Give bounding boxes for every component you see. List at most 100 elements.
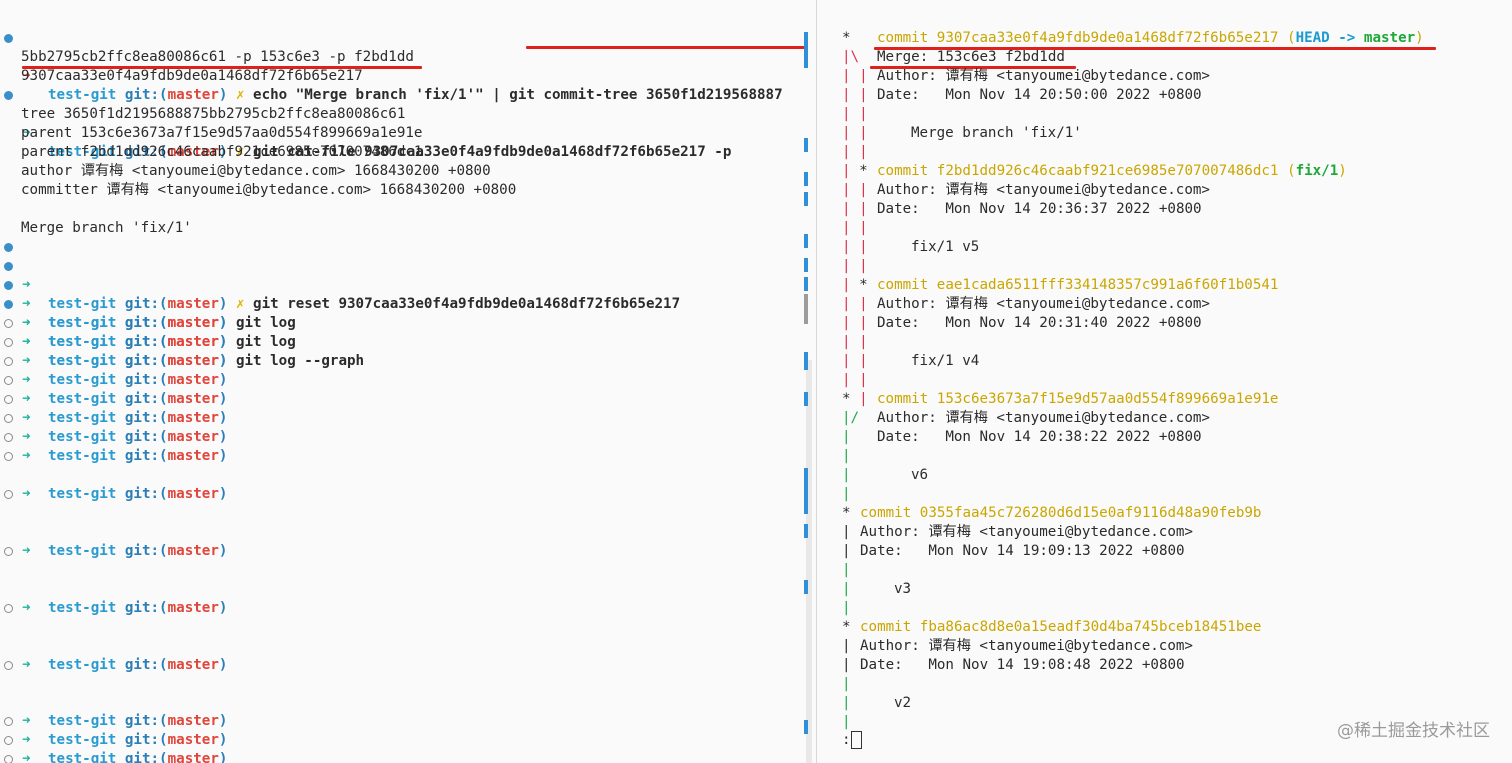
prompt-dir: test-git [48, 600, 117, 616]
prompt-git: git:( [124, 486, 168, 502]
branch-ref: fix/1 [1295, 163, 1339, 179]
prompt-git: git:( [124, 713, 168, 729]
prompt-line-text: test-git git:(master) [48, 712, 227, 731]
pager-colon: : [842, 732, 851, 748]
prompt-branch: master [167, 410, 219, 426]
prompt-branch: master [167, 713, 219, 729]
scrollbar-marker [804, 277, 808, 291]
graph-edge: | [842, 562, 851, 578]
prompt-status-dot [4, 604, 13, 613]
scrollbar-marker [804, 524, 808, 538]
graph-edge: | [842, 448, 851, 464]
command-wrap-text: 5bb2795cb2ffc8ea80086c61 -p 153c6e3 -p f… [21, 49, 414, 65]
prompt-line-text: test-git git:(master) [48, 409, 227, 428]
prompt-branch: master [167, 429, 219, 445]
prompt-git: git:( [124, 315, 168, 331]
head-ref: HEAD -> [1295, 30, 1364, 46]
scrollbar-track[interactable] [806, 360, 812, 763]
pane-divider[interactable] [816, 0, 817, 763]
prompt-status-dot [4, 262, 13, 271]
graph-edge: | | [842, 334, 868, 350]
prompt-line-text: test-git git:(master) [48, 428, 227, 447]
prompt-branch: master [167, 315, 219, 331]
prompt-line-text: test-git git:(master) [48, 314, 227, 333]
prompt-line: ➜ test-git git:(master) [0, 428, 400, 447]
left-terminal-pane[interactable]: ➜ test-git git:(master) ✗ echo "Merge br… [0, 0, 812, 763]
prompt-arrow-icon: ➜ [22, 657, 31, 673]
graph-edge: | [842, 524, 851, 540]
prompt-git: git:( [124, 391, 168, 407]
prompt-dir: test-git [48, 353, 117, 369]
prompt-dir: test-git [48, 713, 117, 729]
prompt-dir: test-git [48, 410, 117, 426]
prompt-status-dot [4, 661, 13, 670]
prompt-branch: master [167, 391, 219, 407]
prompt-branch: master [167, 657, 219, 673]
prompt-dir: test-git [48, 657, 117, 673]
prompt-line-text: test-git git:(master) [48, 333, 227, 352]
prompt-line: ➜ test-git git:(master) git log [0, 257, 812, 331]
graph-edge: | [842, 429, 851, 445]
prompt-git: git:( [124, 372, 168, 388]
ref-bracket: ) [1415, 30, 1424, 46]
prompt-line: ➜ test-git git:(master) [0, 599, 400, 618]
prompt-branch: master [167, 543, 219, 559]
prompt-status-dot [4, 91, 13, 100]
graph-edge: | | [842, 125, 868, 141]
prompt-branch: master [167, 751, 219, 763]
prompt-line-text: test-git git:(master) [48, 352, 227, 371]
date-line: Date: Mon Nov 14 20:36:37 2022 +0800 [877, 201, 1202, 217]
graph-edge: | | [842, 296, 868, 312]
graph-edge: | | [842, 239, 868, 255]
prompt-line-text: test-git git:(master) [48, 447, 227, 466]
commit-hash-text: commit f2bd1dd926c46caabf921ce6985e70700… [877, 163, 1279, 179]
prompt-line: ➜ test-git git:(master) git log [0, 276, 812, 350]
prompt-line: ➜ test-git git:(master) [0, 314, 400, 333]
prompt-line-text: test-git git:(master) [48, 371, 227, 390]
scrollbar-marker [804, 720, 808, 734]
prompt-status-dot [4, 319, 13, 328]
prompt-close: ) [218, 543, 228, 559]
command-output: Merge branch 'fix/1' [21, 220, 192, 236]
prompt-status-dot [4, 338, 13, 347]
prompt-arrow-icon: ➜ [22, 372, 31, 388]
prompt-status-dot [4, 490, 13, 499]
prompt-line-text: test-git git:(master) [48, 390, 227, 409]
prompt-arrow-icon: ➜ [22, 713, 31, 729]
prompt-line: ➜ test-git git:(master) [0, 371, 400, 390]
scrollbar-thumb[interactable] [804, 294, 808, 324]
graph-edge: | [842, 695, 851, 711]
commit-message: v6 [911, 467, 929, 483]
graph-edge: |/ [842, 410, 860, 426]
graph-star: | * [842, 277, 868, 293]
scrollbar-marker [804, 258, 808, 272]
prompt-dir: test-git [48, 448, 117, 464]
prompt-status-dot [4, 243, 13, 252]
graph-edge: | [842, 657, 851, 673]
prompt-status-dot [4, 414, 13, 423]
prompt-dir: test-git [48, 391, 117, 407]
prompt-git: git:( [124, 732, 168, 748]
graph-edge: | | [842, 144, 868, 160]
graph-star: * [842, 30, 851, 46]
graph-edge: | | [842, 372, 868, 388]
commit-message: fix/1 v4 [911, 353, 980, 369]
prompt-arrow-icon: ➜ [22, 486, 31, 502]
graph-edge: | [842, 543, 851, 559]
graph-edge: | [842, 467, 851, 483]
ref-bracket: ) [1338, 163, 1347, 179]
prompt-branch: master [167, 334, 219, 350]
prompt-close: ) [218, 429, 228, 445]
scrollbar-marker [804, 234, 808, 248]
pager-prompt[interactable]: : [842, 731, 862, 750]
scrollbar-marker [804, 138, 808, 152]
command-output: parent f2bd1dd926c46caabf921ce6985e70700… [21, 144, 423, 160]
right-terminal-pane[interactable]: * commit 9307caa33e0f4a9fdb9de0a1468df72… [820, 0, 1512, 763]
prompt-git: git:( [124, 334, 168, 350]
commit-hash: commit f2bd1dd926c46caabf921ce6985e70700… [877, 162, 1347, 181]
prompt-line: ➜ test-git git:(master) [0, 390, 400, 409]
date-line: Date: Mon Nov 14 19:09:13 2022 +0800 [860, 543, 1185, 559]
commit-hash: commit eae1cada6511fff334148357c991a6f60… [877, 277, 1279, 293]
scrollbar-marker [804, 32, 808, 68]
prompt-close: ) [218, 600, 228, 616]
